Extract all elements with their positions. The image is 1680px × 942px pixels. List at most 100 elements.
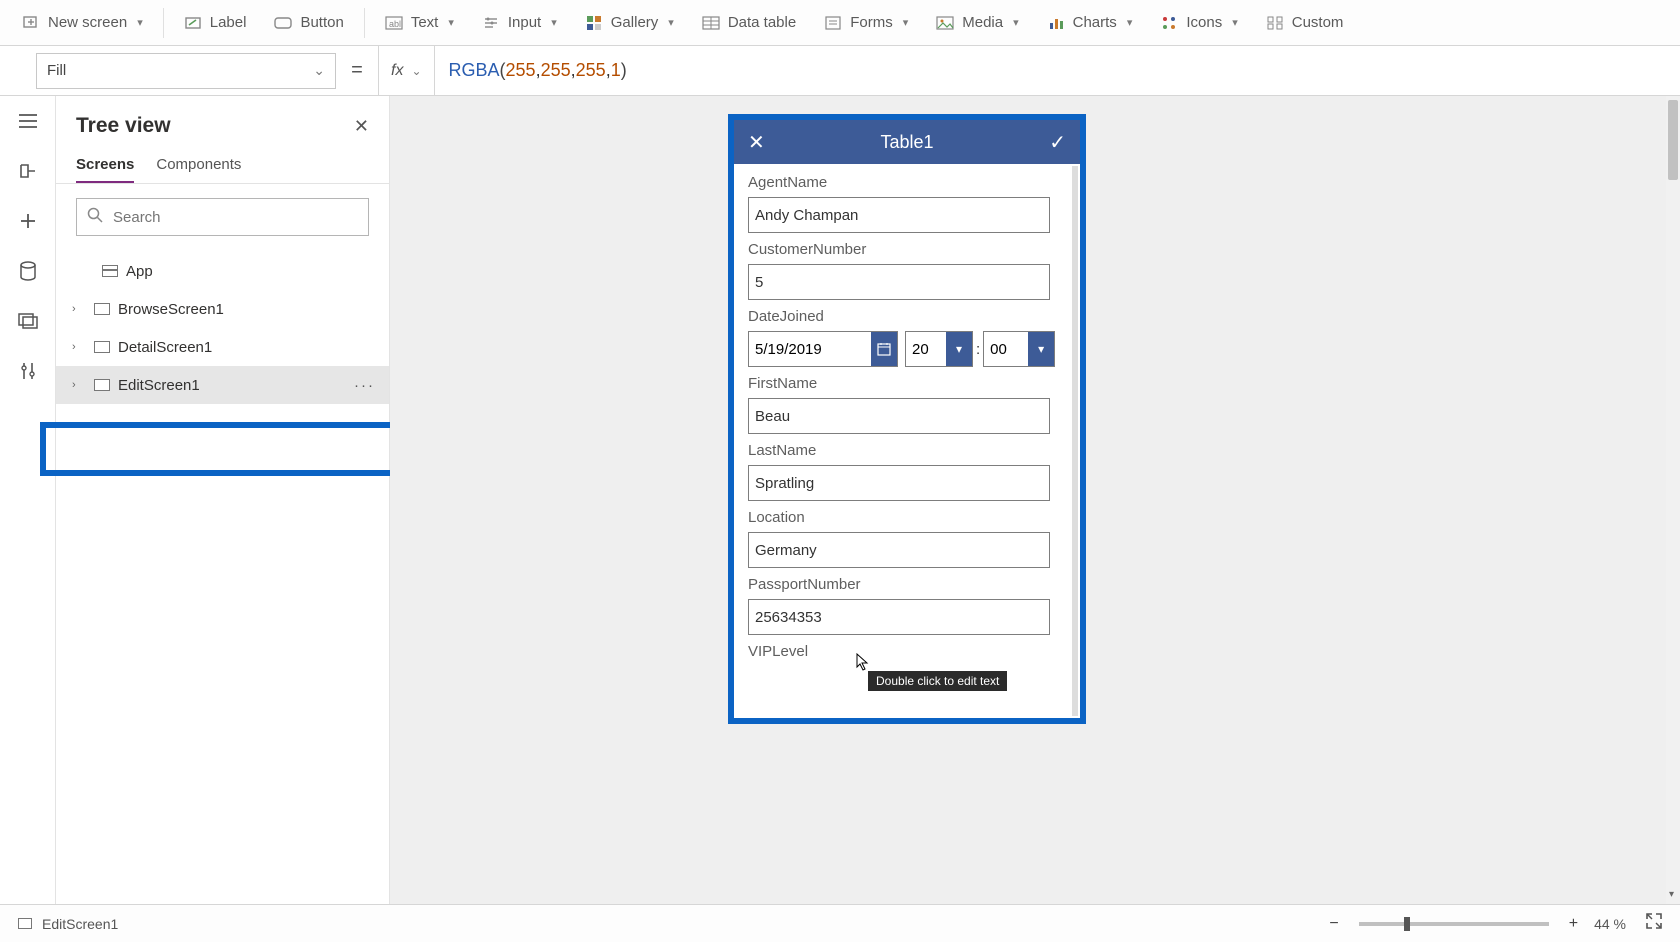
inner-scrollbar[interactable] bbox=[1072, 166, 1078, 716]
property-selector[interactable]: Fill ⌄ bbox=[36, 53, 336, 89]
zoom-percent: 44 bbox=[1594, 916, 1610, 932]
field-input-passport[interactable]: 25634353 bbox=[748, 599, 1050, 635]
hour-value: 20 bbox=[906, 341, 946, 358]
insert-forms-menu[interactable]: Forms ▾ bbox=[810, 8, 922, 38]
tree-item-label: BrowseScreen1 bbox=[118, 301, 224, 318]
insert-ribbon: New screen ▾ Label Button abl Text ▾ Inp… bbox=[0, 0, 1680, 46]
tree-view-icon[interactable] bbox=[17, 160, 39, 182]
field-label-customernumber: CustomerNumber bbox=[748, 241, 1066, 258]
tab-screens[interactable]: Screens bbox=[76, 148, 134, 183]
zoom-out-button[interactable]: − bbox=[1323, 915, 1344, 933]
phone-preview: ✕ Table1 ✓ AgentName Andy Champan Custom… bbox=[728, 114, 1086, 724]
form-header: ✕ Table1 ✓ bbox=[734, 120, 1080, 164]
advanced-tools-icon[interactable] bbox=[17, 360, 39, 382]
zoom-slider-thumb[interactable] bbox=[1404, 917, 1410, 931]
time-colon: : bbox=[976, 341, 980, 358]
minute-select[interactable]: 00 ▾ bbox=[983, 331, 1055, 367]
formula-input[interactable]: RGBA(255, 255, 255, 1) bbox=[434, 46, 1680, 95]
insert-media-menu[interactable]: Media ▾ bbox=[922, 8, 1032, 38]
more-icon[interactable]: ··· bbox=[354, 377, 375, 394]
chevron-down-icon: ▾ bbox=[903, 16, 909, 29]
check-icon[interactable]: ✓ bbox=[1049, 130, 1066, 155]
field-input-customernumber[interactable]: 5 bbox=[748, 264, 1050, 300]
tree-item-label: EditScreen1 bbox=[118, 377, 200, 394]
tree-view-title: Tree view bbox=[76, 114, 171, 138]
insert-text-menu[interactable]: abl Text ▾ bbox=[371, 8, 468, 38]
tree-item-edit[interactable]: › EditScreen1 ··· bbox=[56, 366, 389, 404]
data-icon[interactable] bbox=[17, 260, 39, 282]
close-icon[interactable]: ✕ bbox=[354, 116, 369, 137]
button-icon bbox=[274, 14, 292, 32]
insert-input-menu[interactable]: Input ▾ bbox=[468, 8, 571, 38]
insert-button-button[interactable]: Button bbox=[260, 8, 357, 38]
screen-icon bbox=[94, 379, 110, 391]
fx-button[interactable]: fx ⌄ bbox=[378, 46, 434, 95]
field-label-firstname: FirstName bbox=[748, 375, 1066, 392]
scroll-down-icon[interactable]: ▾ bbox=[1669, 889, 1674, 900]
insert-button-text: Button bbox=[300, 14, 343, 31]
insert-media-label: Media bbox=[962, 14, 1003, 31]
input-icon bbox=[482, 14, 500, 32]
scrollbar-thumb[interactable] bbox=[1668, 100, 1678, 180]
field-label-passport: PassportNumber bbox=[748, 576, 1066, 593]
selection-highlight bbox=[40, 422, 402, 476]
chevron-down-icon: ▾ bbox=[668, 16, 674, 29]
tree-item-label: DetailScreen1 bbox=[118, 339, 212, 356]
insert-custom-menu[interactable]: Custom bbox=[1252, 8, 1358, 38]
field-input-firstname[interactable]: Beau bbox=[748, 398, 1050, 434]
tree-item-detail[interactable]: › DetailScreen1 bbox=[56, 328, 389, 366]
chevron-down-icon: ▾ bbox=[1127, 16, 1133, 29]
tree-search-input[interactable] bbox=[113, 209, 358, 226]
zoom-in-button[interactable]: + bbox=[1563, 915, 1584, 933]
screen-icon bbox=[94, 303, 110, 315]
app-icon bbox=[102, 265, 118, 277]
charts-icon bbox=[1047, 14, 1065, 32]
chevron-down-icon: ▾ bbox=[551, 16, 557, 29]
insert-label-button[interactable]: Label bbox=[170, 8, 261, 38]
insert-data-table-button[interactable]: Data table bbox=[688, 8, 810, 38]
field-input-agentname[interactable]: Andy Champan bbox=[748, 197, 1050, 233]
insert-charts-label: Charts bbox=[1073, 14, 1117, 31]
custom-icon bbox=[1266, 14, 1284, 32]
media-rail-icon[interactable] bbox=[17, 310, 39, 332]
tree-item-app[interactable]: App bbox=[56, 252, 389, 290]
tree-app-label: App bbox=[126, 263, 153, 280]
insert-forms-label: Forms bbox=[850, 14, 893, 31]
chevron-down-icon: ⌄ bbox=[313, 62, 325, 79]
insert-input-label: Input bbox=[508, 14, 541, 31]
design-canvas[interactable]: ✕ Table1 ✓ AgentName Andy Champan Custom… bbox=[390, 96, 1680, 904]
expand-icon[interactable] bbox=[1646, 913, 1662, 934]
text-icon: abl bbox=[385, 14, 403, 32]
data-table-icon bbox=[702, 14, 720, 32]
calendar-icon[interactable] bbox=[871, 332, 897, 366]
insert-charts-menu[interactable]: Charts ▾ bbox=[1033, 8, 1147, 38]
forms-icon bbox=[824, 14, 842, 32]
insert-label-text: Label bbox=[210, 14, 247, 31]
chevron-down-icon: ⌄ bbox=[411, 64, 421, 78]
insert-text-label: Text bbox=[411, 14, 439, 31]
minute-value: 00 bbox=[984, 341, 1028, 358]
tree-item-browse[interactable]: › BrowseScreen1 bbox=[56, 290, 389, 328]
hamburger-icon[interactable] bbox=[17, 110, 39, 132]
hour-select[interactable]: 20 ▾ bbox=[905, 331, 973, 367]
date-picker[interactable]: 5/19/2019 bbox=[748, 331, 898, 367]
insert-icons-menu[interactable]: Icons ▾ bbox=[1146, 8, 1251, 38]
close-icon[interactable]: ✕ bbox=[748, 130, 765, 155]
field-input-location[interactable]: Germany bbox=[748, 532, 1050, 568]
status-screen-name: EditScreen1 bbox=[42, 916, 118, 932]
tab-components[interactable]: Components bbox=[156, 148, 241, 183]
field-input-lastname[interactable]: Spratling bbox=[748, 465, 1050, 501]
field-label-vip: VIPLevel bbox=[748, 643, 1066, 660]
canvas-scrollbar[interactable]: ▾ bbox=[1666, 96, 1680, 904]
zoom-slider[interactable] bbox=[1359, 922, 1549, 926]
new-screen-menu[interactable]: New screen ▾ bbox=[8, 8, 157, 38]
tree-search-box[interactable] bbox=[76, 198, 369, 236]
caret-icon: › bbox=[72, 341, 86, 353]
icons-icon bbox=[1160, 14, 1178, 32]
svg-text:abl: abl bbox=[389, 19, 401, 29]
fx-icon: fx bbox=[391, 62, 403, 80]
caret-icon: › bbox=[72, 379, 86, 391]
property-name: Fill bbox=[47, 62, 66, 79]
insert-gallery-menu[interactable]: Gallery ▾ bbox=[571, 8, 688, 38]
add-icon[interactable] bbox=[17, 210, 39, 232]
